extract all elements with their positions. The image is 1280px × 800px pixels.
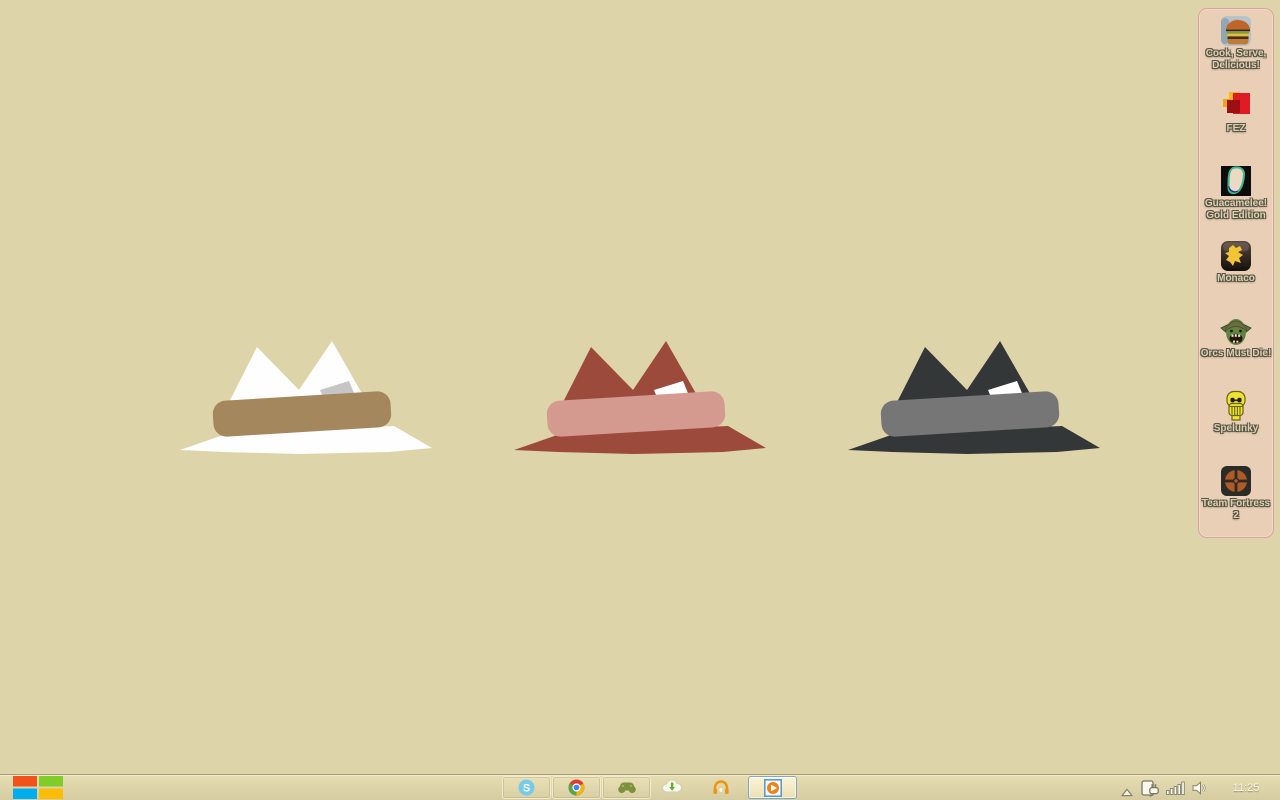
- start-button[interactable]: [13, 776, 64, 799]
- shortcut-monaco[interactable]: Monaco: [1199, 240, 1273, 312]
- start-square-red: [13, 776, 37, 787]
- taskbar-button-media-player[interactable]: [748, 776, 797, 799]
- shortcut-label: Guacamelee!: [1204, 198, 1268, 209]
- orcs-must-die-icon: [1220, 319, 1252, 345]
- media-player-icon: [763, 778, 782, 797]
- shortcut-label: Gold Edition: [1206, 210, 1266, 221]
- shortcut-label: Orcs Must Die!: [1200, 348, 1272, 359]
- tray-clock[interactable]: 11:25: [1222, 775, 1270, 800]
- game-controller-icon: [617, 782, 636, 794]
- spelunky-icon: [1226, 390, 1246, 421]
- start-square-green: [39, 776, 63, 787]
- team-fortress-2-icon: [1221, 466, 1251, 496]
- chevron-up-icon: [1121, 788, 1133, 797]
- start-square-yellow: [39, 788, 63, 799]
- taskbar: S 11:25: [0, 774, 1280, 800]
- monaco-icon: [1221, 241, 1251, 271]
- cloud-download-icon: [662, 779, 682, 793]
- wallpaper-hat-white: [180, 341, 432, 454]
- shortcut-fez[interactable]: FEZ: [1199, 90, 1273, 162]
- game-shortcuts-panel: Cook, Serve, Delicious! FEZ Guacamelee! …: [1198, 8, 1274, 538]
- shortcut-label: Team Fortress: [1201, 498, 1271, 509]
- taskbar-icon-headphones[interactable]: [712, 779, 732, 799]
- shortcut-label: FEZ: [1226, 123, 1246, 134]
- tray-power-plug[interactable]: [1141, 779, 1160, 800]
- cook-serve-delicious-icon: [1221, 16, 1251, 46]
- shortcut-team-fortress-2[interactable]: Team Fortress 2: [1199, 465, 1273, 537]
- speaker-icon: [1192, 781, 1206, 795]
- taskbar-icon-cloud-download[interactable]: [662, 778, 682, 798]
- shortcut-cook-serve-delicious[interactable]: Cook, Serve, Delicious!: [1199, 15, 1273, 87]
- taskbar-button-skype[interactable]: S: [502, 776, 551, 799]
- wallpaper-hat-charcoal: [848, 341, 1100, 454]
- guacamelee-icon: [1221, 166, 1251, 196]
- svg-text:S: S: [523, 783, 530, 795]
- skype-icon: S: [518, 779, 535, 796]
- shortcut-label: Monaco: [1217, 273, 1255, 284]
- shortcut-label: Cook, Serve,: [1205, 48, 1267, 59]
- tray-volume[interactable]: [1192, 781, 1209, 800]
- tray-network-signal[interactable]: [1166, 781, 1186, 800]
- shortcut-orcs-must-die[interactable]: Orcs Must Die!: [1199, 315, 1273, 387]
- signal-bars-icon: [1166, 781, 1185, 795]
- taskbar-button-game-controller[interactable]: [602, 776, 651, 799]
- wallpaper-hat-maroon: [514, 341, 766, 454]
- plug-icon: [1141, 780, 1159, 797]
- tray-chevron-up[interactable]: [1121, 784, 1133, 800]
- shortcut-spelunky[interactable]: Spelunky: [1199, 390, 1273, 462]
- fez-icon: [1223, 92, 1250, 114]
- start-square-blue: [13, 788, 37, 799]
- chrome-icon: [568, 779, 585, 796]
- shortcut-label: Delicious!: [1212, 60, 1260, 71]
- shortcut-label: 2: [1233, 510, 1239, 521]
- taskbar-button-chrome[interactable]: [552, 776, 601, 799]
- headphones-icon: [713, 780, 729, 794]
- shortcut-label: Spelunky: [1213, 423, 1259, 434]
- shortcut-guacamelee[interactable]: Guacamelee! Gold Edition: [1199, 165, 1273, 237]
